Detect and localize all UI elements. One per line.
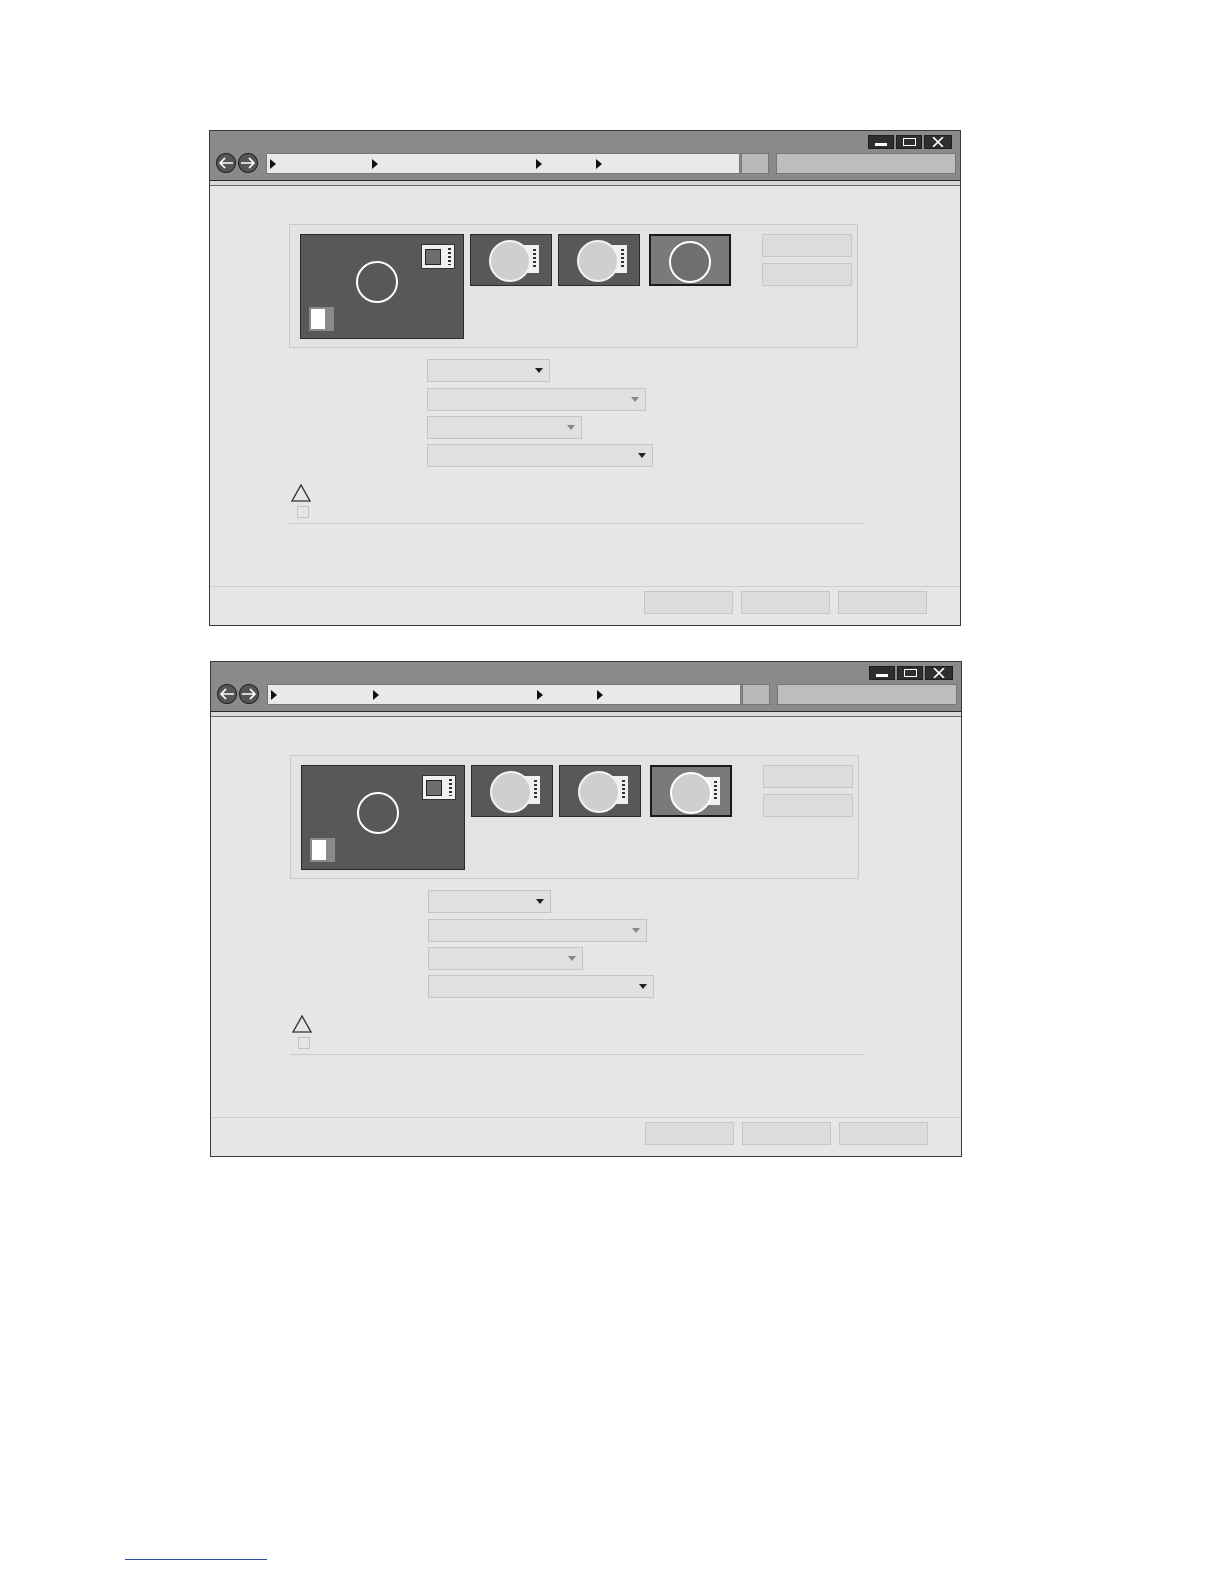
- back-button[interactable]: [217, 684, 237, 704]
- multiple-displays-select[interactable]: [427, 444, 653, 467]
- layout-thumbnail-1[interactable]: [470, 234, 552, 286]
- resolution-select[interactable]: [428, 919, 647, 942]
- display-circle: [356, 261, 398, 303]
- dialog-footer: [211, 1117, 961, 1156]
- breadcrumb-arrow-icon[interactable]: [271, 690, 277, 700]
- refresh-button[interactable]: [741, 153, 769, 174]
- detect-button[interactable]: [762, 234, 852, 257]
- layout-thumbnail-3-selected[interactable]: [650, 765, 732, 817]
- breadcrumb-arrow-icon[interactable]: [536, 159, 542, 169]
- divider: [290, 1054, 865, 1055]
- multiple-displays-select[interactable]: [428, 975, 654, 998]
- orientation-select[interactable]: [428, 947, 583, 970]
- display-layout-panel: [289, 224, 858, 348]
- settings-window: [210, 661, 962, 1157]
- cancel-button[interactable]: [741, 591, 830, 614]
- title-bar: [211, 662, 961, 717]
- display-settings-content: [211, 718, 961, 1118]
- dropdown-caret-icon: [567, 425, 575, 430]
- display-preview[interactable]: [301, 765, 465, 870]
- forward-arrow-icon: [241, 157, 256, 169]
- close-button[interactable]: [924, 135, 952, 149]
- apply-button[interactable]: [839, 1122, 928, 1145]
- dropdown-caret-icon: [638, 453, 646, 458]
- orientation-select[interactable]: [427, 416, 582, 439]
- warning-triangle-icon: [290, 483, 312, 502]
- breadcrumb-arrow-icon[interactable]: [597, 690, 603, 700]
- layout-thumbnail-2[interactable]: [559, 765, 641, 817]
- breadcrumb-arrow-icon[interactable]: [373, 690, 379, 700]
- address-bar[interactable]: [266, 153, 740, 174]
- layout-thumbnail-3-selected[interactable]: [649, 234, 731, 286]
- ok-button[interactable]: [645, 1122, 734, 1145]
- dropdown-caret-icon: [639, 984, 647, 989]
- close-icon: [932, 137, 944, 147]
- document-icon: [309, 307, 334, 331]
- cancel-button[interactable]: [742, 1122, 831, 1145]
- maximize-button[interactable]: [896, 135, 922, 149]
- breadcrumb-arrow-icon[interactable]: [270, 159, 276, 169]
- back-arrow-icon: [218, 157, 233, 169]
- minimize-button[interactable]: [869, 666, 895, 680]
- maximize-button[interactable]: [897, 666, 923, 680]
- layout-thumbnail-2[interactable]: [558, 234, 640, 286]
- close-button[interactable]: [925, 666, 953, 680]
- resolution-select[interactable]: [427, 388, 646, 411]
- display-select[interactable]: [427, 359, 550, 382]
- forward-button[interactable]: [238, 153, 258, 173]
- forward-button[interactable]: [239, 684, 259, 704]
- breadcrumb-arrow-icon[interactable]: [372, 159, 378, 169]
- display-preview[interactable]: [300, 234, 464, 339]
- settings-window: [209, 130, 961, 626]
- breadcrumb-arrow-icon[interactable]: [596, 159, 602, 169]
- toolbar-strip: [210, 181, 960, 186]
- display-icon: [421, 244, 455, 269]
- dropdown-caret-icon: [536, 899, 544, 904]
- back-arrow-icon: [219, 688, 234, 700]
- breadcrumb-arrow-icon[interactable]: [537, 690, 543, 700]
- dropdown-caret-icon: [535, 368, 543, 373]
- option-checkbox[interactable]: [298, 1037, 310, 1049]
- forward-arrow-icon: [242, 688, 257, 700]
- display-settings-content: [210, 187, 960, 587]
- detect-button[interactable]: [763, 765, 853, 788]
- document-icon: [310, 838, 335, 862]
- display-select[interactable]: [428, 890, 551, 913]
- search-input[interactable]: [776, 153, 956, 174]
- option-checkbox[interactable]: [297, 506, 309, 518]
- layout-thumbnail-1[interactable]: [471, 765, 553, 817]
- refresh-button[interactable]: [742, 684, 770, 705]
- divider: [289, 523, 864, 524]
- display-icon: [422, 775, 456, 800]
- toolbar-strip: [211, 712, 961, 717]
- address-bar[interactable]: [267, 684, 741, 705]
- display-layout-panel: [290, 755, 859, 879]
- display-circle: [357, 792, 399, 834]
- dropdown-caret-icon: [568, 956, 576, 961]
- dialog-footer: [210, 586, 960, 625]
- back-button[interactable]: [216, 153, 236, 173]
- apply-button[interactable]: [838, 591, 927, 614]
- close-icon: [933, 668, 945, 678]
- ok-button[interactable]: [644, 591, 733, 614]
- identify-button[interactable]: [762, 263, 852, 286]
- search-input[interactable]: [777, 684, 957, 705]
- minimize-button[interactable]: [868, 135, 894, 149]
- dropdown-caret-icon: [631, 397, 639, 402]
- dropdown-caret-icon: [632, 928, 640, 933]
- title-bar: [210, 131, 960, 186]
- footnote-rule: [125, 1559, 267, 1560]
- warning-triangle-icon: [291, 1014, 313, 1033]
- identify-button[interactable]: [763, 794, 853, 817]
